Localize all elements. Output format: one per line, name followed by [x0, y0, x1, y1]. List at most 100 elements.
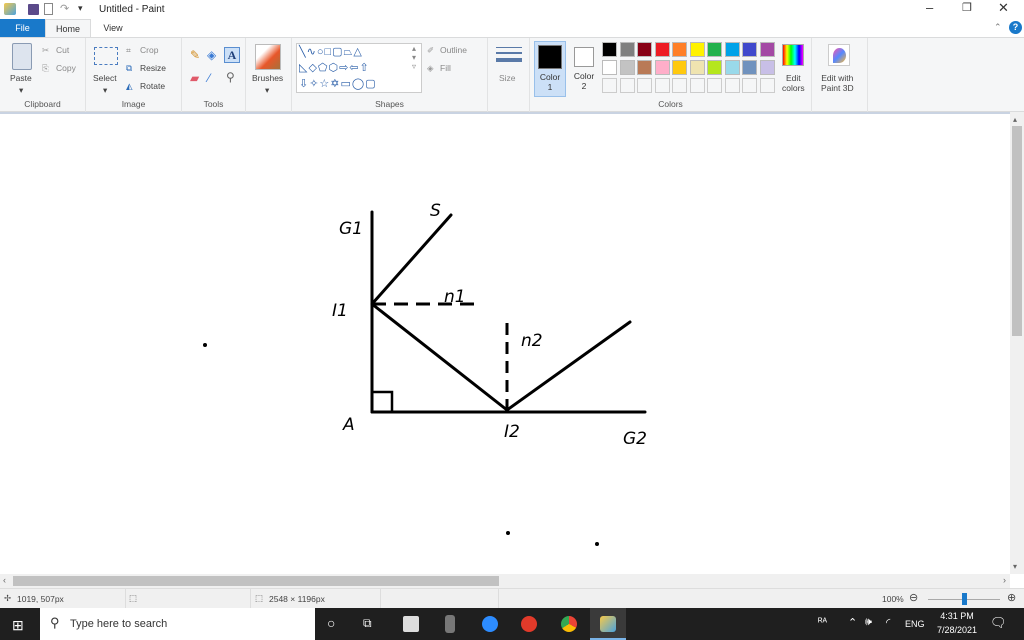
- palette-color-swatch[interactable]: [724, 42, 740, 57]
- network-icon[interactable]: ◜: [886, 616, 890, 629]
- brushes-dropdown-icon[interactable]: ▾: [265, 85, 269, 96]
- resize-button[interactable]: Resize: [140, 63, 166, 73]
- text-tool-icon[interactable]: A: [224, 47, 240, 63]
- palette-color-swatch[interactable]: [619, 60, 635, 75]
- palette-color-swatch[interactable]: [707, 60, 722, 75]
- horizontal-scroll-thumb[interactable]: [13, 576, 499, 586]
- cut-button[interactable]: Cut: [56, 45, 69, 55]
- palette-color-swatch[interactable]: [619, 42, 635, 57]
- store-icon[interactable]: [403, 616, 419, 632]
- app-icon[interactable]: [521, 616, 537, 632]
- crop-button[interactable]: Crop: [140, 45, 158, 55]
- outline-button[interactable]: Outline: [440, 45, 467, 55]
- windows-start-icon[interactable]: ⊞: [12, 617, 24, 634]
- palette-color-swatch[interactable]: [602, 42, 617, 57]
- select-icon[interactable]: [94, 47, 118, 65]
- pencil-icon[interactable]: ✎: [190, 48, 200, 62]
- palette-color-swatch[interactable]: [672, 42, 687, 57]
- shapes-scroll-icon[interactable]: ▴ ▾ ▿: [412, 44, 416, 71]
- palette-color-swatch[interactable]: [654, 42, 670, 57]
- close-button[interactable]: ✕: [998, 0, 1009, 16]
- custom-color-slot[interactable]: [689, 78, 705, 93]
- zoom-slider-thumb[interactable]: [962, 593, 967, 605]
- brushes-icon[interactable]: [255, 44, 281, 70]
- size-icon[interactable]: [496, 47, 522, 62]
- horizontal-scrollbar[interactable]: ‹ ›: [0, 574, 1010, 588]
- custom-color-slot[interactable]: [759, 78, 775, 93]
- paint-taskbar-button[interactable]: [590, 608, 626, 640]
- palette-color-swatch[interactable]: [689, 60, 705, 75]
- paint3d-icon[interactable]: [828, 44, 850, 66]
- paste-dropdown-icon[interactable]: ▾: [19, 85, 23, 96]
- recorder-icon[interactable]: [445, 615, 455, 633]
- copy-button[interactable]: Copy: [56, 63, 76, 73]
- custom-color-slot[interactable]: [742, 78, 757, 93]
- palette-color-swatch[interactable]: [759, 42, 775, 57]
- minimize-button[interactable]: –: [926, 0, 933, 15]
- brushes-button[interactable]: Brushes: [252, 73, 283, 83]
- canvas[interactable]: G1 S I1 n1 n2 A I2 G2: [0, 112, 1010, 574]
- taskbar-search-box[interactable]: ⚲ Type here to search: [40, 608, 315, 640]
- fill-button[interactable]: Fill: [440, 63, 451, 73]
- chrome-icon[interactable]: [561, 616, 577, 632]
- restore-button[interactable]: ❐: [962, 1, 972, 14]
- palette-color-swatch[interactable]: [707, 42, 722, 57]
- quick-access-dropdown-icon[interactable]: ▾: [78, 3, 83, 14]
- rotate-button[interactable]: Rotate: [140, 81, 165, 91]
- edit-with-paint3d-button[interactable]: Edit with Paint 3D: [821, 73, 854, 93]
- clock-date[interactable]: 7/28/2021: [932, 625, 982, 635]
- palette-color-swatch[interactable]: [672, 60, 687, 75]
- scroll-down-icon[interactable]: ▾: [1013, 562, 1017, 571]
- people-icon[interactable]: ᴿᴬ: [818, 617, 827, 628]
- scroll-right-icon[interactable]: ›: [1003, 575, 1006, 585]
- color2-button[interactable]: Color 2: [568, 41, 600, 97]
- magnifier-icon[interactable]: ⚲: [226, 70, 235, 84]
- zoom-in-button[interactable]: ⊕: [1007, 591, 1016, 604]
- zoom-app-icon[interactable]: [482, 616, 498, 632]
- vertical-scrollbar[interactable]: ▴ ▾: [1010, 112, 1024, 574]
- language-indicator[interactable]: ENG: [905, 619, 925, 629]
- select-dropdown-icon[interactable]: ▾: [103, 85, 107, 96]
- fill-bucket-icon[interactable]: ◈: [207, 48, 216, 62]
- volume-icon[interactable]: 🕪: [865, 616, 872, 629]
- cortana-icon[interactable]: ○: [327, 615, 335, 631]
- palette-color-swatch[interactable]: [602, 60, 617, 75]
- tab-file[interactable]: File: [0, 19, 45, 37]
- custom-color-slot[interactable]: [672, 78, 687, 93]
- eraser-icon[interactable]: ▰: [190, 71, 199, 85]
- palette-color-swatch[interactable]: [742, 60, 757, 75]
- scroll-left-icon[interactable]: ‹: [3, 575, 6, 585]
- shapes-gallery[interactable]: ╲∿○□▢⏢△ ◺◇⬠⬡⇨⇦⇧ ⇩✧☆✡▭◯▢: [296, 43, 422, 93]
- custom-color-slot[interactable]: [707, 78, 722, 93]
- palette-color-swatch[interactable]: [637, 42, 652, 57]
- paste-icon[interactable]: [12, 43, 32, 70]
- palette-color-swatch[interactable]: [742, 42, 757, 57]
- save-icon[interactable]: [28, 4, 39, 15]
- palette-color-swatch[interactable]: [724, 60, 740, 75]
- select-button[interactable]: Select: [93, 73, 117, 83]
- tab-home[interactable]: Home: [45, 19, 91, 37]
- notifications-icon[interactable]: 🗨: [990, 615, 1007, 631]
- clock-time[interactable]: 4:31 PM: [938, 611, 976, 621]
- palette-color-swatch[interactable]: [689, 42, 705, 57]
- help-icon[interactable]: ?: [1009, 21, 1022, 34]
- custom-color-slot[interactable]: [654, 78, 670, 93]
- collapse-ribbon-icon[interactable]: ⌃: [994, 22, 1002, 33]
- color1-button[interactable]: Color 1: [534, 41, 566, 97]
- custom-color-slot[interactable]: [724, 78, 740, 93]
- task-view-icon[interactable]: ⧉: [363, 616, 372, 631]
- custom-color-slot[interactable]: [637, 78, 652, 93]
- zoom-out-button[interactable]: ⊖: [909, 591, 918, 604]
- palette-color-swatch[interactable]: [759, 60, 775, 75]
- edit-colors-icon[interactable]: [782, 44, 804, 66]
- new-icon[interactable]: [44, 3, 53, 15]
- palette-color-swatch[interactable]: [654, 60, 670, 75]
- show-hidden-icons[interactable]: ⌃: [848, 616, 857, 629]
- custom-color-slot[interactable]: [619, 78, 635, 93]
- palette-color-swatch[interactable]: [637, 60, 652, 75]
- scroll-up-icon[interactable]: ▴: [1013, 115, 1017, 124]
- tab-view[interactable]: View: [91, 19, 135, 37]
- color-picker-icon[interactable]: ⁄: [208, 71, 210, 85]
- size-button[interactable]: Size: [499, 73, 516, 83]
- paste-button[interactable]: Paste: [10, 73, 32, 83]
